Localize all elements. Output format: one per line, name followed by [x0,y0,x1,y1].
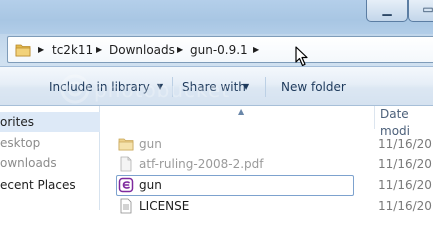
new-folder-button[interactable]: New folder [281,78,346,96]
title-bar: ▁ ▭ [0,0,433,34]
file-row[interactable]: gun 11/16/2011 [101,134,433,155]
breadcrumb-downloads[interactable]: Downloads [109,42,175,58]
breadcrumb-tc2k11[interactable]: tc2k11 [52,42,93,58]
file-date: 11/16/2011 [378,137,433,151]
file-row[interactable]: LICENSE 11/16/2011 [101,196,433,217]
mouse-cursor-icon [295,46,308,67]
address-bar[interactable]: ▶ tc2k11 ▶ Downloads ▶ gun-0.9.1 ▶ [7,36,433,63]
address-row: ▶ tc2k11 ▶ Downloads ▶ gun-0.9.1 ▶ [0,34,433,66]
breadcrumb-arrow[interactable]: ▶ [96,42,102,58]
minimize-icon: ▁ [382,2,392,16]
file-name: LICENSE [139,199,190,213]
file-date: 11/16/2011 [378,157,433,171]
navigation-pane: orites esktop ownloads ecent Places [0,106,100,210]
camera-icon [60,74,90,104]
file-name: gun [139,178,162,192]
file-row-selected[interactable]: gun 11/16/2011 [101,175,433,196]
nav-item-favorites[interactable]: orites [0,112,100,132]
breadcrumb-arrow[interactable]: ▶ [38,42,44,58]
column-header-date-modified[interactable]: Date modi [374,106,433,138]
file-name: gun [139,137,162,151]
nav-item-downloads[interactable]: ownloads [0,153,57,173]
folder-icon [118,138,134,151]
breadcrumb-arrow[interactable]: ▶ [177,42,183,58]
watermark: photobucket [60,72,280,106]
file-name: atf-ruling-2008-2.pdf [139,157,264,171]
file-row[interactable]: atf-ruling-2008-2.pdf 11/16/2011 [101,154,433,175]
maximize-button[interactable]: ▭ [408,0,433,22]
column-header-name[interactable]: ▲ [101,106,373,129]
document-icon [120,156,132,172]
minimize-button[interactable]: ▁ [366,0,408,22]
nav-item-desktop[interactable]: esktop [0,133,40,153]
column-headers: ▲ Date modi [101,106,433,138]
breadcrumb-gun-0-9-1[interactable]: gun-0.9.1 [190,42,248,58]
emacs-icon [118,177,134,193]
folder-icon [15,44,31,57]
file-date: 11/16/2011 [378,199,433,213]
file-date: 11/16/2011 [378,178,433,192]
nav-item-recent-places[interactable]: ecent Places [0,175,76,195]
maximize-icon: ▭ [422,2,433,16]
file-list: ▲ Date modi gun 11/16/2011 atf-ruling-20… [101,106,433,214]
sort-arrow-icon: ▲ [238,107,245,116]
breadcrumb-arrow[interactable]: ▶ [253,42,259,58]
watermark-text: photobucket [94,78,231,102]
text-file-icon [120,198,132,214]
explorer-content: orites esktop ownloads ecent Places ▲ Da… [0,106,433,214]
